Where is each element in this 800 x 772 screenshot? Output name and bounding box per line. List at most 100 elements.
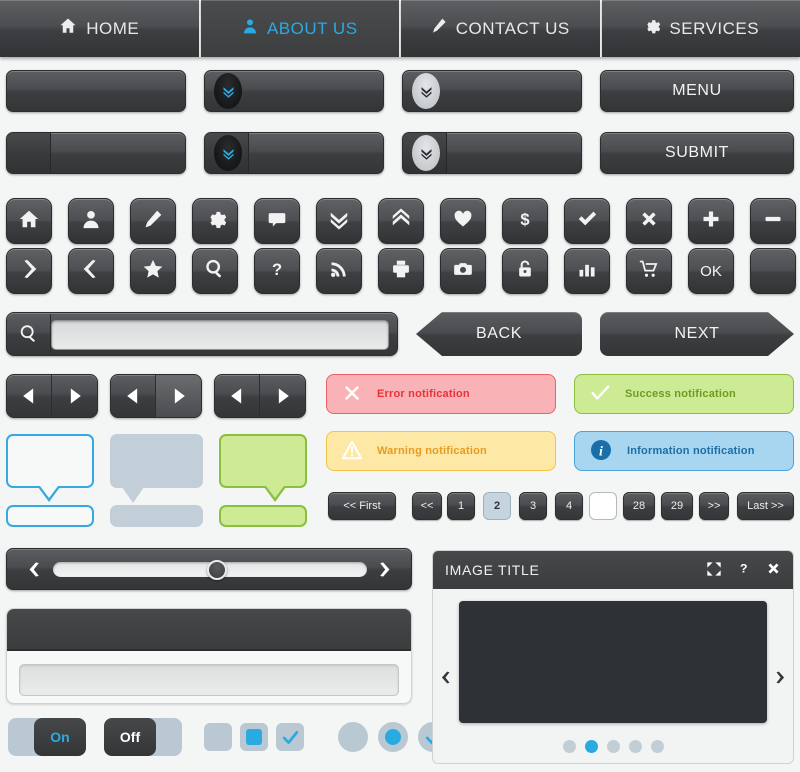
viewer-dot[interactable] <box>628 740 642 753</box>
wide-button-label: MENU <box>672 82 722 99</box>
close-icon[interactable] <box>766 561 781 579</box>
submit-button[interactable]: SUBMIT <box>600 132 794 174</box>
check-icon <box>576 208 598 235</box>
icon-button-statistics[interactable] <box>564 248 610 294</box>
help-icon[interactable]: ? <box>737 560 751 580</box>
speech-bubble-green-small[interactable] <box>219 505 307 527</box>
back-button[interactable]: BACK <box>416 312 582 356</box>
pagination-last[interactable]: Last >> <box>737 492 794 520</box>
split-dropdown-light[interactable] <box>402 132 582 174</box>
nav-tab-about-us[interactable]: ABOUT US <box>200 0 401 57</box>
pager-next-button[interactable] <box>156 375 201 417</box>
search-icon[interactable] <box>7 313 50 355</box>
notification-info[interactable]: i Information notification <box>574 431 794 471</box>
pagination-page-29[interactable]: 29 <box>661 492 693 520</box>
pagination-page-blank[interactable] <box>589 492 617 520</box>
pagination-page-4[interactable]: 4 <box>555 492 583 520</box>
icon-button-lock[interactable] <box>502 248 548 294</box>
icon-button-rss[interactable] <box>316 248 362 294</box>
dropdown-button-light-1[interactable] <box>402 70 582 112</box>
pagination-next[interactable]: >> <box>699 492 729 520</box>
icon-button-help[interactable]: ? <box>254 248 300 294</box>
radio-filled[interactable] <box>378 722 408 752</box>
expand-icon[interactable] <box>706 561 722 580</box>
split-button-1[interactable] <box>6 132 186 174</box>
pager-prev-button[interactable] <box>111 375 156 417</box>
slider-handle[interactable] <box>207 560 227 580</box>
icon-button-search[interactable] <box>192 248 238 294</box>
svg-text:?: ? <box>740 562 748 576</box>
checkbox-empty[interactable] <box>204 723 232 751</box>
nav-tab-services[interactable]: SERVICES <box>601 0 800 57</box>
icon-button-camera[interactable] <box>440 248 486 294</box>
search-input[interactable] <box>51 320 389 350</box>
viewer-dot-active[interactable] <box>584 740 598 753</box>
notification-error[interactable]: Error notification <box>326 374 556 414</box>
split-button-segment[interactable] <box>7 133 51 173</box>
toggle-on[interactable]: On <box>8 718 86 756</box>
pencil-icon <box>143 208 163 235</box>
icon-button-favorite[interactable] <box>440 198 486 244</box>
nav-tab-contact-us[interactable]: CONTACT US <box>401 0 602 57</box>
slider-prev-button[interactable] <box>19 549 49 589</box>
pagination-prev[interactable]: << <box>412 492 442 520</box>
icon-button-chevron-up[interactable] <box>378 198 424 244</box>
pager-next-button[interactable] <box>52 375 97 417</box>
notification-success[interactable]: Success notification <box>574 374 794 414</box>
viewer-prev-button[interactable] <box>433 669 459 686</box>
speech-bubble-grey-small[interactable] <box>110 505 203 527</box>
notification-warning[interactable]: Warning notification <box>326 431 556 471</box>
panel-input[interactable] <box>19 664 399 696</box>
pager-next-button[interactable] <box>260 375 305 417</box>
viewer-next-button[interactable] <box>767 669 793 686</box>
speech-bubble-outline-small[interactable] <box>6 505 94 527</box>
menu-button[interactable]: MENU <box>600 70 794 112</box>
chevron-right-icon <box>18 258 40 285</box>
viewer-dot[interactable] <box>562 740 576 753</box>
icon-button-star[interactable] <box>130 248 176 294</box>
toggle-off[interactable]: Off <box>104 718 182 756</box>
checkbox-filled[interactable] <box>240 723 268 751</box>
icon-button-user[interactable] <box>68 198 114 244</box>
speech-bubble-grey[interactable] <box>110 434 203 488</box>
pager-prev-button[interactable] <box>215 375 260 417</box>
pager-prev-button[interactable] <box>7 375 52 417</box>
icon-button-print[interactable] <box>378 248 424 294</box>
icon-button-blank[interactable] <box>750 248 796 294</box>
radio-empty[interactable] <box>338 722 368 752</box>
pagination-page-3[interactable]: 3 <box>519 492 547 520</box>
icon-button-home[interactable] <box>6 198 52 244</box>
split-dropdown-dark[interactable] <box>204 132 384 174</box>
checkbox-checked[interactable] <box>276 723 304 751</box>
icon-button-settings[interactable] <box>192 198 238 244</box>
speech-bubble-green[interactable] <box>219 434 307 488</box>
icon-button-ok[interactable]: OK <box>688 248 734 294</box>
icon-button-comment[interactable] <box>254 198 300 244</box>
icon-button-add[interactable] <box>688 198 734 244</box>
toggle-label: On <box>50 729 70 745</box>
next-button[interactable]: NEXT <box>600 312 794 356</box>
viewer-dot[interactable] <box>606 740 620 753</box>
pagination-page-2[interactable]: 2 <box>483 492 511 520</box>
icon-button-next[interactable] <box>6 248 52 294</box>
icon-button-cancel[interactable] <box>626 198 672 244</box>
slider-next-button[interactable] <box>369 549 399 589</box>
pagination-first[interactable]: << First <box>328 492 396 520</box>
icon-button-chevron-down[interactable] <box>316 198 362 244</box>
speech-bubble-outline[interactable] <box>6 434 94 488</box>
icon-button-confirm[interactable] <box>564 198 610 244</box>
icon-button-prev[interactable] <box>68 248 114 294</box>
icon-button-edit[interactable] <box>130 198 176 244</box>
wide-button-plain-1[interactable] <box>6 70 186 112</box>
pagination-page-1[interactable]: 1 <box>447 492 475 520</box>
icon-button-cart[interactable] <box>626 248 672 294</box>
nav-tab-home[interactable]: HOME <box>0 0 201 57</box>
icon-button-remove[interactable] <box>750 198 796 244</box>
panel-header[interactable] <box>7 609 411 651</box>
dropdown-button-dark-1[interactable] <box>204 70 384 112</box>
gear-icon <box>642 17 661 40</box>
camera-icon <box>452 259 474 284</box>
pagination-page-28[interactable]: 28 <box>623 492 655 520</box>
viewer-dot[interactable] <box>650 740 664 753</box>
icon-button-price[interactable]: $ <box>502 198 548 244</box>
